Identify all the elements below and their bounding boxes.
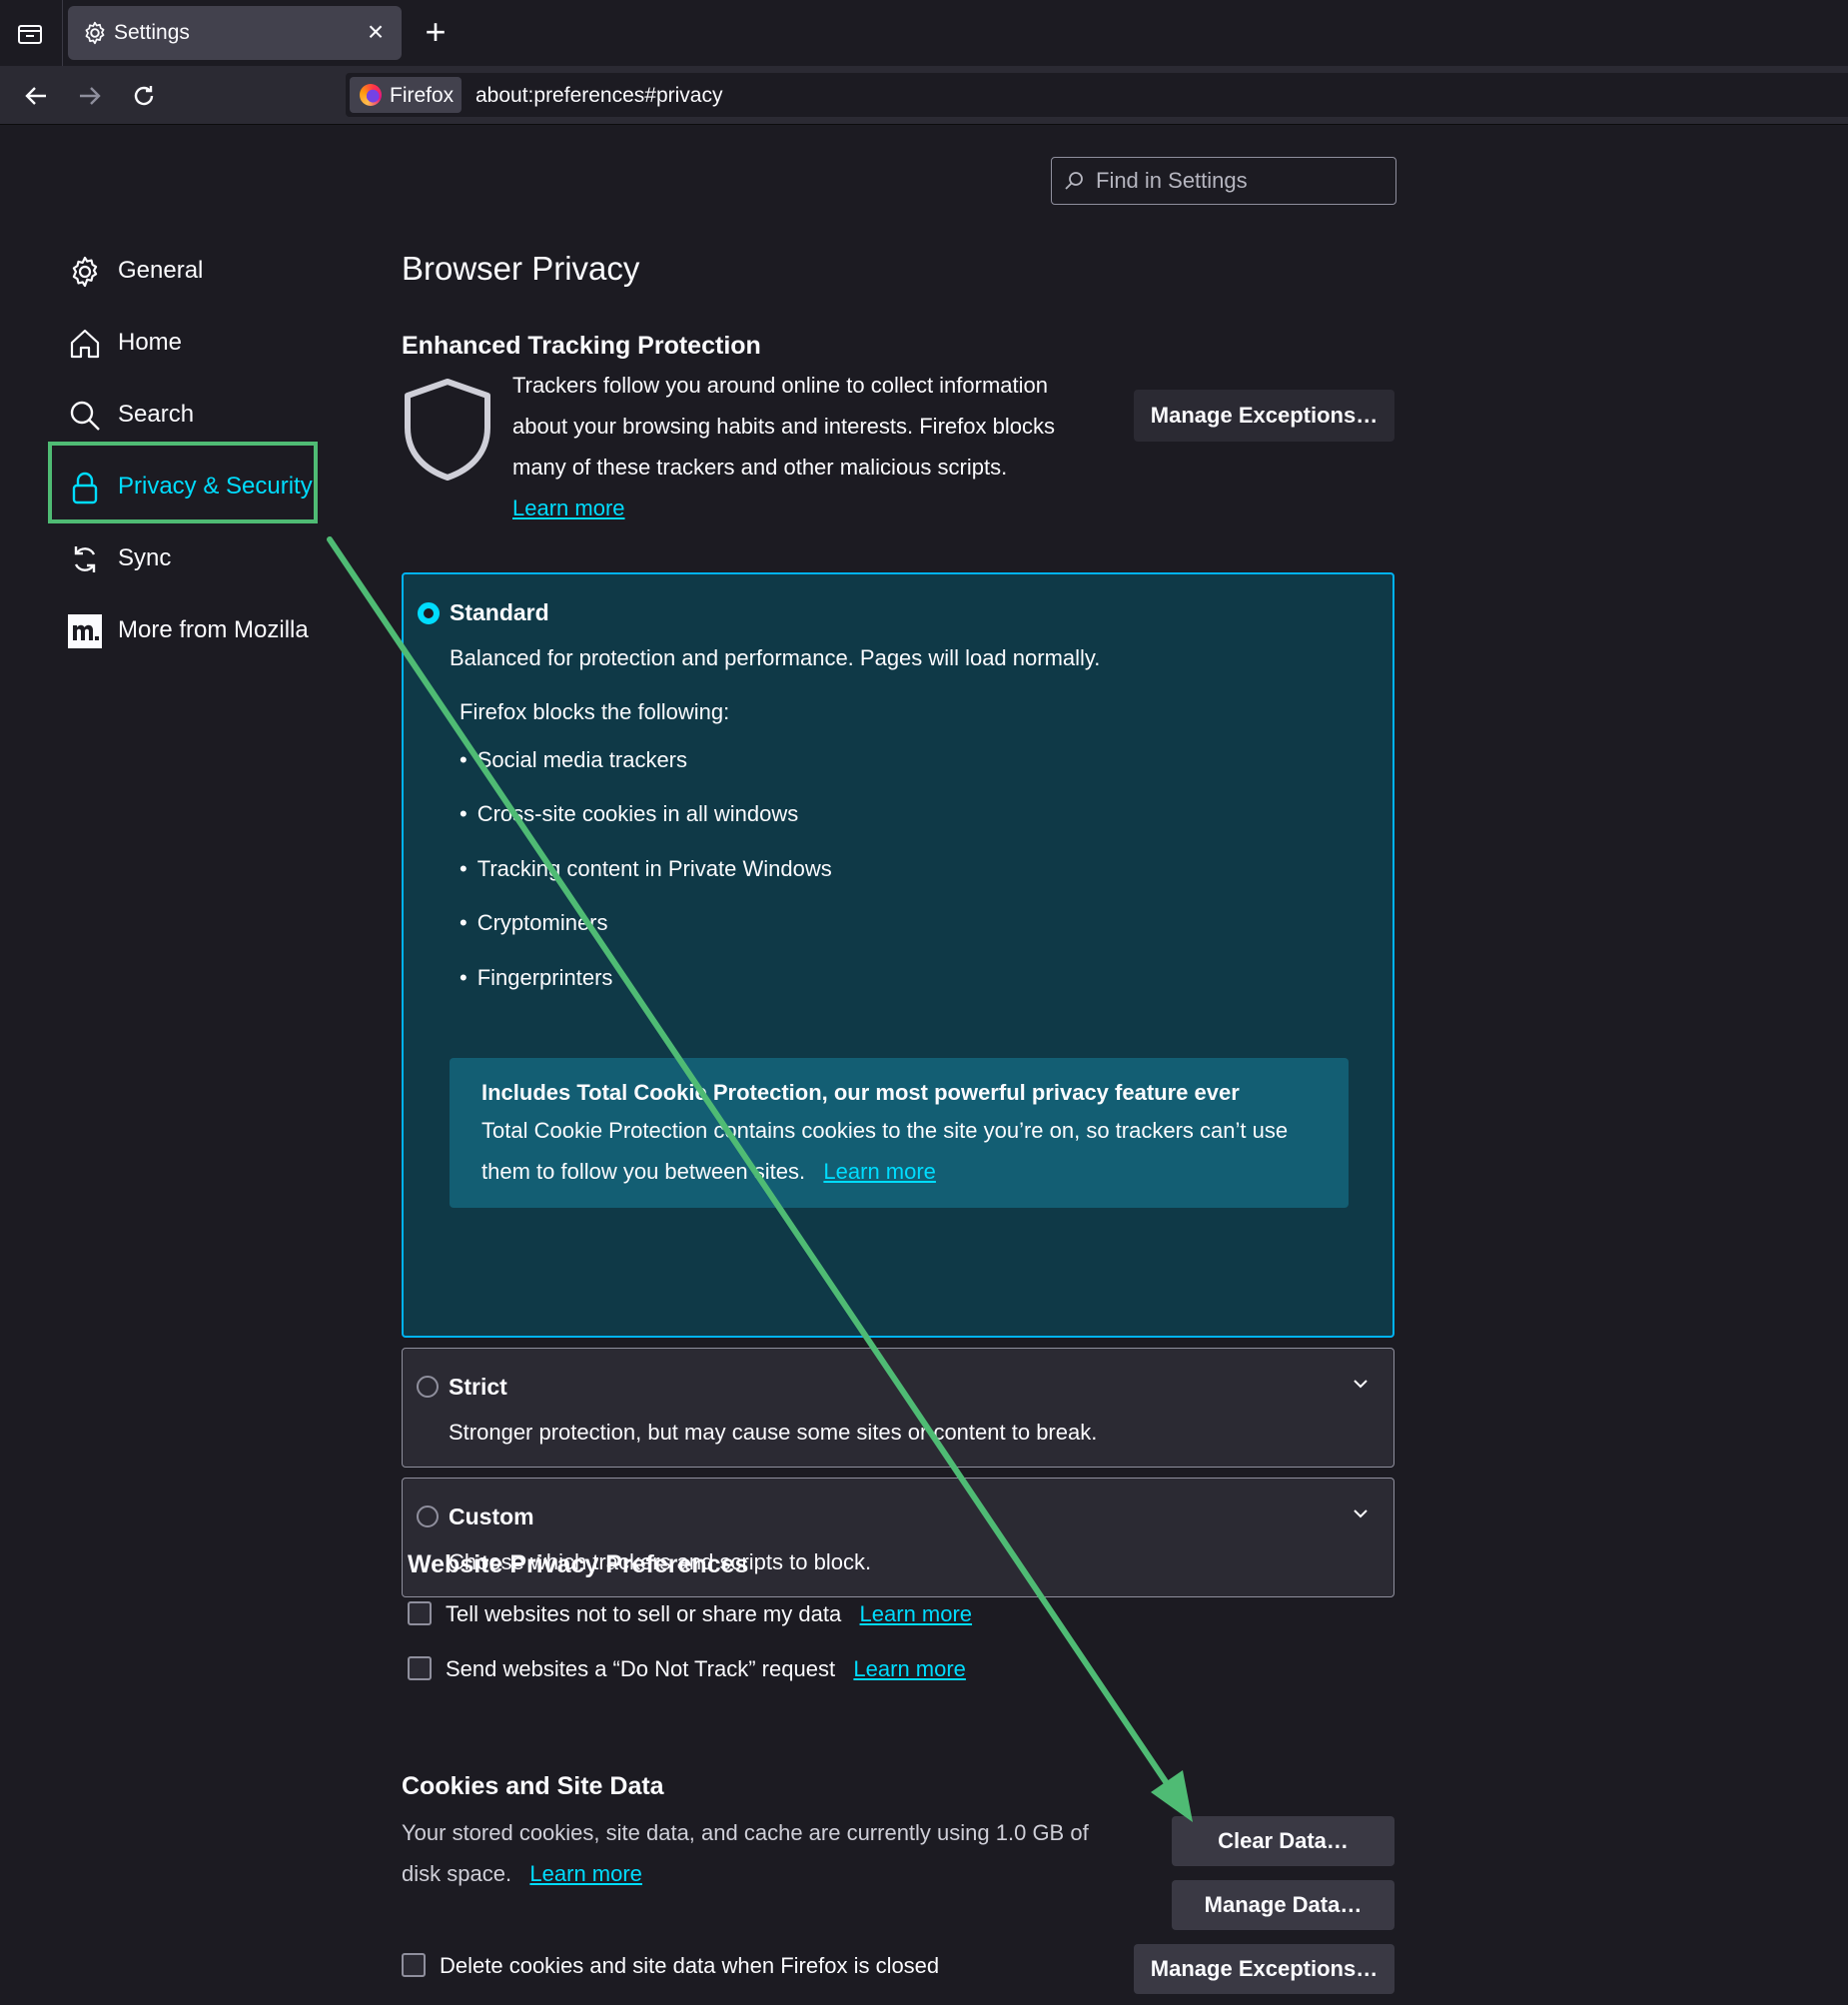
do-not-sell-checkbox[interactable] xyxy=(408,1601,432,1625)
tab-separator xyxy=(62,0,63,66)
standard-radio[interactable] xyxy=(418,602,440,624)
do-not-track-option: Send websites a “Do Not Track” request L… xyxy=(408,1656,966,1682)
cookies-usage-text: Your stored cookies, site data, and cach… xyxy=(402,1820,1089,1886)
search-field[interactable] xyxy=(1051,157,1396,205)
tcp-text: Total Cookie Protection contains cookies… xyxy=(481,1110,1321,1192)
cookies-manage-exceptions-button[interactable]: Manage Exceptions… xyxy=(1134,1944,1394,1994)
standard-description: Balanced for protection and performance.… xyxy=(450,645,1101,670)
gear-icon xyxy=(72,256,98,288)
etp-strict-option[interactable]: Strict Stronger protection, but may caus… xyxy=(402,1348,1394,1468)
list-item: Cryptominers xyxy=(460,910,608,936)
etp-description-text: Trackers follow you around online to col… xyxy=(512,373,1055,480)
do-not-track-checkbox[interactable] xyxy=(408,1656,432,1680)
home-icon xyxy=(70,329,100,359)
back-arrow-icon[interactable] xyxy=(18,78,54,114)
chevron-down-icon[interactable] xyxy=(1352,1504,1370,1522)
navigation-toolbar: Firefox about:preferences#privacy xyxy=(0,66,1848,125)
do-not-sell-label: Tell websites not to sell or share my da… xyxy=(446,1601,842,1626)
custom-radio[interactable] xyxy=(417,1505,439,1527)
tcp-title: Includes Total Cookie Protection, our mo… xyxy=(481,1080,1240,1105)
page-title: Browser Privacy xyxy=(402,250,640,287)
sidebar-item-label: More from Mozilla xyxy=(118,616,309,643)
identity-box[interactable]: Firefox xyxy=(350,77,462,113)
do-not-sell-learn-more-link[interactable]: Learn more xyxy=(860,1601,973,1626)
list-item: Cross-site cookies in all windows xyxy=(460,801,799,827)
cookies-description: Your stored cookies, site data, and cach… xyxy=(402,1812,1121,1894)
sync-icon xyxy=(74,546,96,572)
tab-strip: Settings × + xyxy=(0,0,1848,66)
list-item: Tracking content in Private Windows xyxy=(460,856,832,882)
reload-icon[interactable] xyxy=(126,78,162,114)
cookies-learn-more-link[interactable]: Learn more xyxy=(529,1861,642,1886)
etp-description: Trackers follow you around online to col… xyxy=(512,365,1072,528)
cookies-heading: Cookies and Site Data xyxy=(402,1772,664,1800)
shield-icon xyxy=(405,379,490,481)
delete-on-close-option: Delete cookies and site data when Firefo… xyxy=(402,1953,939,1979)
sidebar-item-label: Home xyxy=(118,329,183,356)
total-cookie-protection-box: Includes Total Cookie Protection, our mo… xyxy=(450,1058,1349,1208)
etp-heading: Enhanced Tracking Protection xyxy=(402,332,761,360)
sidebar-item-search[interactable]: Search xyxy=(48,385,324,445)
sidebar-item-general[interactable]: General xyxy=(48,241,324,301)
firefox-logo-icon xyxy=(360,84,382,106)
do-not-track-label: Send websites a “Do Not Track” request xyxy=(446,1656,836,1681)
sidebar-item-home[interactable]: Home xyxy=(48,313,324,373)
strict-title: Strict xyxy=(449,1374,507,1400)
url-text[interactable]: about:preferences#privacy xyxy=(475,84,722,108)
gear-icon xyxy=(85,21,105,45)
search-icon xyxy=(70,401,100,431)
sidebar-item-label: Sync xyxy=(118,544,172,571)
manage-data-button[interactable]: Manage Data… xyxy=(1172,1880,1394,1930)
etp-standard-option[interactable]: Standard Balanced for protection and per… xyxy=(402,572,1394,1338)
close-icon[interactable]: × xyxy=(362,18,390,46)
custom-title: Custom xyxy=(449,1504,534,1529)
sidebar-item-more-from-mozilla[interactable]: More from Mozilla xyxy=(48,600,324,660)
strict-description: Stronger protection, but may cause some … xyxy=(449,1420,1098,1445)
clear-data-button[interactable]: Clear Data… xyxy=(1172,1816,1394,1866)
identity-label: Firefox xyxy=(390,84,455,107)
tab-title: Settings xyxy=(114,21,190,44)
preferences-content: General Home Search Privacy & Security S… xyxy=(0,125,1848,2005)
delete-on-close-checkbox[interactable] xyxy=(402,1953,426,1977)
website-privacy-heading: Website Privacy Preferences xyxy=(408,1550,749,1578)
forward-arrow-icon[interactable] xyxy=(72,78,108,114)
url-bar[interactable]: Firefox about:preferences#privacy xyxy=(346,73,1848,117)
strict-radio[interactable] xyxy=(417,1376,439,1398)
etp-manage-exceptions-button[interactable]: Manage Exceptions… xyxy=(1134,390,1394,442)
blocks-heading: Firefox blocks the following: xyxy=(460,699,730,724)
delete-on-close-label: Delete cookies and site data when Firefo… xyxy=(440,1953,940,1978)
new-tab-button[interactable]: + xyxy=(418,14,454,50)
tab-settings[interactable]: Settings × xyxy=(68,6,402,60)
standard-title: Standard xyxy=(450,599,549,625)
chevron-down-icon[interactable] xyxy=(1352,1375,1370,1393)
tab-list-icon[interactable] xyxy=(14,19,46,49)
sidebar-item-sync[interactable]: Sync xyxy=(48,528,324,588)
annotation-highlight-box xyxy=(48,442,318,523)
mozilla-icon xyxy=(68,614,102,648)
sidebar-item-label: General xyxy=(118,257,204,284)
search-input[interactable] xyxy=(1094,164,1387,198)
do-not-sell-option: Tell websites not to sell or share my da… xyxy=(408,1601,972,1627)
etp-learn-more-link[interactable]: Learn more xyxy=(512,496,625,520)
etp-custom-option[interactable]: Custom Choose which trackers and scripts… xyxy=(402,1478,1394,1597)
search-icon xyxy=(1065,172,1083,190)
list-item: Social media trackers xyxy=(460,747,687,773)
list-item: Fingerprinters xyxy=(460,965,613,991)
do-not-track-learn-more-link[interactable]: Learn more xyxy=(853,1656,966,1681)
tcp-learn-more-link[interactable]: Learn more xyxy=(823,1159,936,1184)
sidebar-item-label: Search xyxy=(118,401,195,428)
